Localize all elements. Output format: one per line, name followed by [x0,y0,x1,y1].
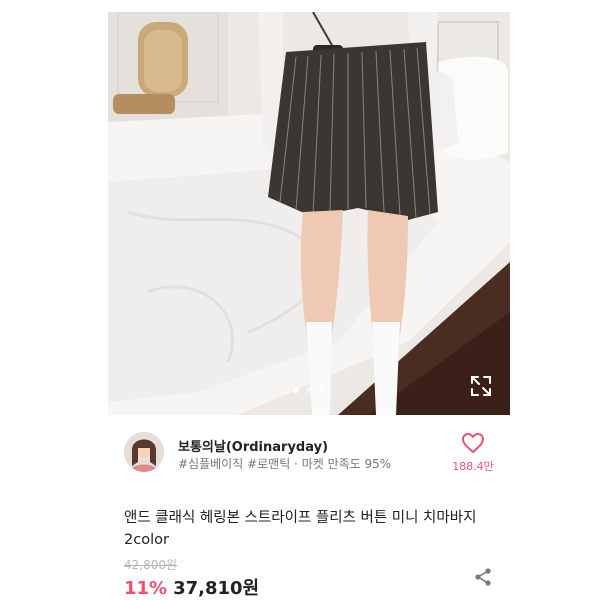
sale-price: 37,810원 [173,578,260,599]
carousel-indicator [108,387,510,393]
seller-tags: #심플베이직 #로맨틱 · 마켓 만족도 95% [178,457,392,471]
share-icon[interactable] [473,567,493,587]
like-button[interactable]: 188.4만 [448,432,498,474]
seller-info[interactable]: 보통의날(Ordinaryday) #심플베이직 #로맨틱 · 마켓 만족도 9… [124,432,494,476]
seller-name[interactable]: 보통의날(Ordinaryday) [178,436,328,455]
expand-icon[interactable] [470,375,492,397]
like-count: 188.4만 [452,460,494,473]
carousel-dot[interactable] [306,387,312,393]
product-image[interactable] [108,12,510,415]
price-row: 11% 37,810원 [124,574,259,600]
avatar[interactable] [124,432,164,472]
carousel-dot-active[interactable] [293,387,299,393]
original-price: 42,800원 [124,558,178,572]
carousel-dot[interactable] [319,387,325,393]
heart-icon[interactable] [448,432,498,454]
product-title: 앤드 클래식 헤링본 스트라이프 플리츠 버튼 미니 치마바지 2color [124,510,477,548]
discount-rate: 11% [124,578,168,599]
